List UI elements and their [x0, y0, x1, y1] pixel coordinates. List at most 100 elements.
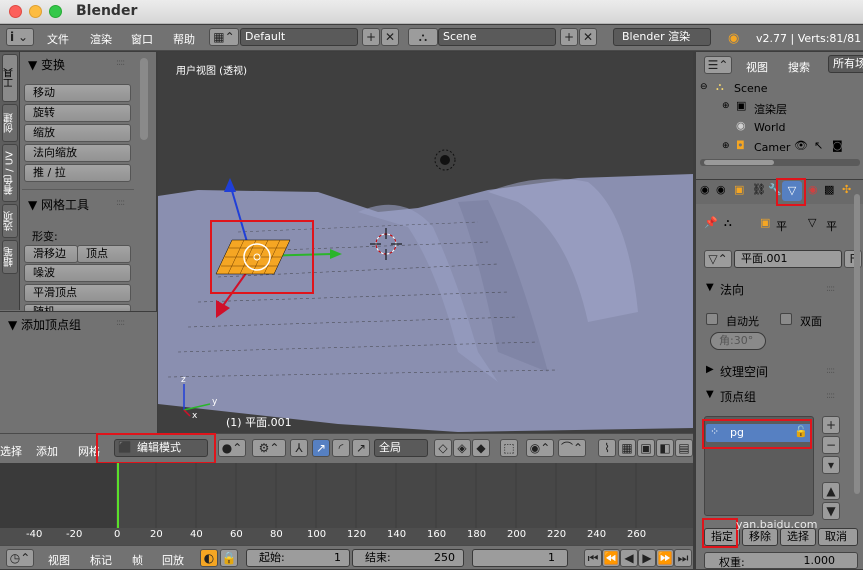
texture-space-expand-icon[interactable]: ▶	[706, 364, 714, 375]
delete-scene-icon[interactable]: ✕	[579, 28, 597, 46]
layout-selector-icon[interactable]: ▦⌃	[209, 28, 239, 46]
rotate-button[interactable]: 旋转	[24, 104, 131, 122]
snap-toggle-icon[interactable]: ⌇	[598, 439, 616, 457]
outliner-item-scene[interactable]: Scene	[734, 82, 768, 95]
tab-create[interactable]: 创建	[2, 104, 18, 142]
timeline-editor-icon[interactable]: ◷⌃	[6, 549, 34, 567]
jump-end-icon[interactable]: ⏭	[674, 549, 692, 567]
tab-shading-uv[interactable]: 着色 / UV	[2, 144, 18, 202]
face-select-icon[interactable]: ◆	[472, 439, 490, 457]
properties-scrollbar[interactable]	[854, 194, 860, 494]
outliner-editor-icon[interactable]: ☰⌃	[704, 56, 732, 74]
layer-icon[interactable]: ▣	[637, 439, 655, 457]
tab-options[interactable]: 选项	[2, 204, 18, 238]
minimize-window-button[interactable]	[29, 5, 42, 18]
move-up-icon[interactable]: ▲	[822, 482, 840, 500]
constraints-tab-icon[interactable]: ⛓	[752, 183, 766, 196]
add-vertex-group-button[interactable]: +	[822, 416, 840, 434]
move-button[interactable]: 移动	[24, 84, 131, 102]
maximize-window-button[interactable]	[49, 5, 62, 18]
push-pull-button[interactable]: 推 / 拉	[24, 164, 131, 182]
panel-grip-icon[interactable]: ::::	[826, 391, 835, 401]
menu-window[interactable]: 窗口	[131, 31, 153, 47]
close-window-button[interactable]	[9, 5, 22, 18]
collapse-icon[interactable]: ⊖	[700, 82, 708, 92]
snap-element-icon[interactable]: ▦	[618, 439, 636, 457]
edge-select-icon[interactable]: ◈	[453, 439, 471, 457]
tab-grease-pencil[interactable]: 蜡笔	[2, 240, 18, 274]
editor-type-info-button[interactable]: i ⌄	[6, 28, 34, 46]
panel-grip-icon[interactable]: ::::	[826, 366, 835, 376]
vertex-groups-panel-header[interactable]: 顶点组	[720, 388, 756, 405]
opengl-render-icon[interactable]: ▤	[675, 439, 693, 457]
lock-icon[interactable]: 🔒	[220, 549, 238, 567]
edge-slide-button[interactable]: 滑移边	[24, 245, 78, 263]
next-keyframe-icon[interactable]: ⏩	[656, 549, 674, 567]
transform-orientation-select[interactable]: 全局	[374, 439, 428, 457]
render-tab-icon[interactable]: ◉	[700, 183, 710, 196]
panel-grip-icon[interactable]: ::::	[826, 284, 835, 294]
transform-panel-header[interactable]: ▼ 变换	[28, 56, 65, 73]
scale-button[interactable]: 缩放	[24, 124, 131, 142]
layout-name-field[interactable]: Default	[240, 28, 358, 46]
menu-file[interactable]: 文件	[47, 31, 69, 47]
add-layout-icon[interactable]: +	[362, 28, 380, 46]
panel-grip-icon[interactable]: ::::	[116, 198, 125, 208]
outliner-hscroll-thumb[interactable]	[704, 160, 774, 165]
texture-tab-icon[interactable]: ▩	[824, 183, 834, 196]
particles-tab-icon[interactable]: ✣	[842, 183, 851, 196]
outliner-menu-search[interactable]: 搜索	[788, 59, 810, 75]
deselect-button[interactable]: 取消	[818, 528, 858, 546]
expand-icon[interactable]: ⊕	[722, 101, 730, 111]
normals-panel-header[interactable]: 法向	[720, 281, 744, 298]
object-tab-icon[interactable]: ▣	[734, 183, 744, 196]
vertex-group-specials-icon[interactable]: ▾	[822, 456, 840, 474]
shrink-fatten-button[interactable]: 法向缩放	[24, 144, 131, 162]
vertex-slide-button[interactable]: 顶点	[77, 245, 131, 263]
viewport-shading-icon[interactable]: ●⌃	[218, 439, 246, 457]
panel-grip-icon[interactable]: ::::	[116, 318, 125, 328]
auto-smooth-checkbox[interactable]	[706, 313, 718, 325]
menu-add[interactable]: 添加	[36, 443, 58, 459]
panel-grip-icon[interactable]: ::::	[116, 58, 125, 68]
remove-vertex-group-button[interactable]: −	[822, 436, 840, 454]
angle-field[interactable]: 角:30°	[710, 332, 766, 350]
end-frame-field[interactable]: 结束: 250	[352, 549, 464, 567]
pivot-point-icon[interactable]: ⚙⌃	[252, 439, 286, 457]
limit-selection-icon[interactable]: ⬚	[500, 439, 518, 457]
expand-icon[interactable]: ⊕	[722, 141, 730, 151]
menu-render[interactable]: 渲染	[90, 31, 112, 47]
prev-keyframe-icon[interactable]: ⏪	[602, 549, 620, 567]
play-icon[interactable]: ▶	[638, 549, 656, 567]
selectable-cursor-icon[interactable]: ↖	[814, 139, 823, 152]
scene-selector-icon[interactable]: ⛬	[408, 28, 438, 46]
manipulator-toggle-icon[interactable]: ⅄	[290, 439, 308, 457]
normals-expand-icon[interactable]: ▼	[706, 282, 714, 293]
translate-manipulator-icon[interactable]: ↗	[312, 439, 330, 457]
jump-start-icon[interactable]: ⏮	[584, 549, 602, 567]
toolshelf-scrollbar[interactable]	[140, 58, 148, 140]
noise-button[interactable]: 噪波	[24, 264, 131, 282]
pin-icon[interactable]: 📌	[704, 216, 718, 229]
scale-manipulator-icon[interactable]: ↗	[352, 439, 370, 457]
texture-space-panel-header[interactable]: 纹理空间	[720, 363, 768, 380]
menu-view[interactable]: 视图	[48, 552, 70, 568]
mesh-tools-panel-header[interactable]: ▼ 网格工具	[28, 196, 89, 213]
move-down-icon[interactable]: ▼	[822, 502, 840, 520]
outliner-menu-view[interactable]: 视图	[746, 59, 768, 75]
double-sided-checkbox[interactable]	[780, 313, 792, 325]
material-tab-icon[interactable]: ◉	[808, 183, 818, 196]
falloff-icon[interactable]: ⌒⌃	[558, 439, 586, 457]
outliner-item-renderlayer[interactable]: 渲染层	[754, 101, 787, 117]
smooth-vertex-button[interactable]: 平滑顶点	[24, 284, 131, 302]
render-layers-tab-icon[interactable]: ◉	[716, 183, 726, 196]
add-scene-icon[interactable]: +	[560, 28, 578, 46]
menu-select[interactable]: 选择	[0, 443, 22, 459]
proportional-edit-icon[interactable]: ◉⌃	[526, 439, 554, 457]
render-preview-icon[interactable]: ◧	[656, 439, 674, 457]
preview-range-icon[interactable]: ◐	[200, 549, 218, 567]
menu-marker[interactable]: 标记	[90, 552, 112, 568]
vertex-select-icon[interactable]: ◇	[434, 439, 452, 457]
start-frame-field[interactable]: 起始: 1	[246, 549, 350, 567]
mesh-browse-icon[interactable]: ▽⌃	[704, 250, 732, 268]
